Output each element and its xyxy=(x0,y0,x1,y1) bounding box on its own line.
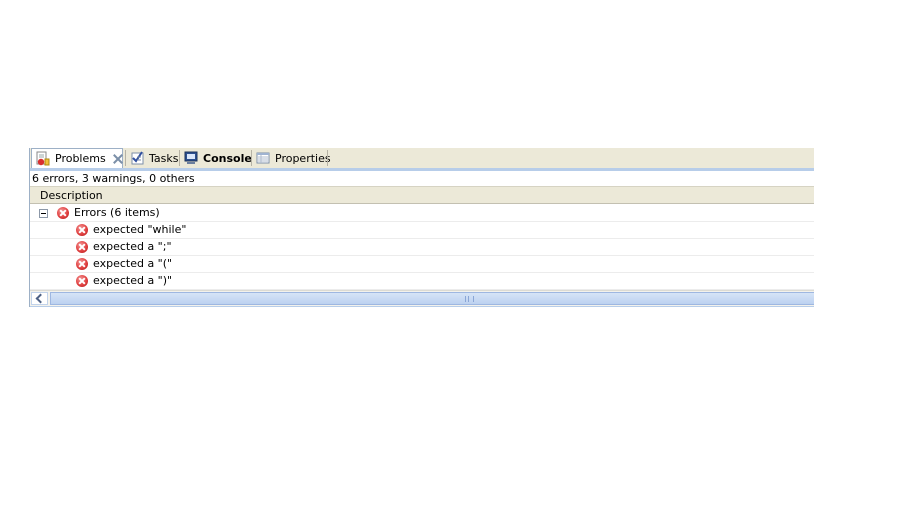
collapse-icon[interactable] xyxy=(39,209,48,218)
list-item[interactable]: expected a "(" xyxy=(30,256,814,273)
tab-properties[interactable]: Properties xyxy=(252,148,331,168)
error-icon xyxy=(76,258,88,270)
error-icon xyxy=(76,224,88,236)
tab-problems-label: Problems xyxy=(55,152,106,165)
tasks-icon xyxy=(129,150,145,166)
problems-icon xyxy=(35,151,51,167)
list-item[interactable]: expected a ")" xyxy=(30,273,814,290)
problems-summary: 6 errors, 3 warnings, 0 others xyxy=(30,171,814,186)
tab-tasks-label: Tasks xyxy=(149,151,179,165)
column-header-description[interactable]: Description xyxy=(40,189,103,202)
tab-console[interactable]: Console xyxy=(180,148,252,168)
table-header: Description xyxy=(30,186,814,204)
problem-description: expected a ")" xyxy=(93,274,173,287)
error-icon xyxy=(57,207,69,219)
problem-description: expected "while" xyxy=(93,223,187,236)
close-icon[interactable] xyxy=(113,154,122,164)
scroll-left-arrow-icon[interactable] xyxy=(31,292,48,305)
tab-console-label: Console xyxy=(203,151,252,165)
tab-tasks[interactable]: Tasks xyxy=(126,148,178,168)
error-icon xyxy=(76,241,88,253)
problem-description: expected a ";" xyxy=(93,240,172,253)
problems-view: Problems Tasks Console Properties 6 erro… xyxy=(29,148,814,307)
properties-icon xyxy=(255,150,271,166)
list-item[interactable]: expected "while" xyxy=(30,222,814,239)
tab-properties-label: Properties xyxy=(275,151,331,165)
list-item[interactable]: expected a ";" xyxy=(30,239,814,256)
scrollbar-thumb[interactable] xyxy=(50,292,814,305)
divider xyxy=(30,306,814,307)
grip-icon xyxy=(465,296,474,302)
tree-group-errors[interactable]: Errors (6 items) xyxy=(30,205,814,222)
tree-group-label: Errors (6 items) xyxy=(74,206,160,219)
console-icon xyxy=(183,150,199,166)
horizontal-scrollbar[interactable] xyxy=(30,290,814,306)
tab-problems[interactable]: Problems xyxy=(31,148,123,168)
view-tab-bar: Problems Tasks Console Properties xyxy=(30,148,814,171)
error-icon xyxy=(76,275,88,287)
problem-description: expected a "(" xyxy=(93,257,173,270)
